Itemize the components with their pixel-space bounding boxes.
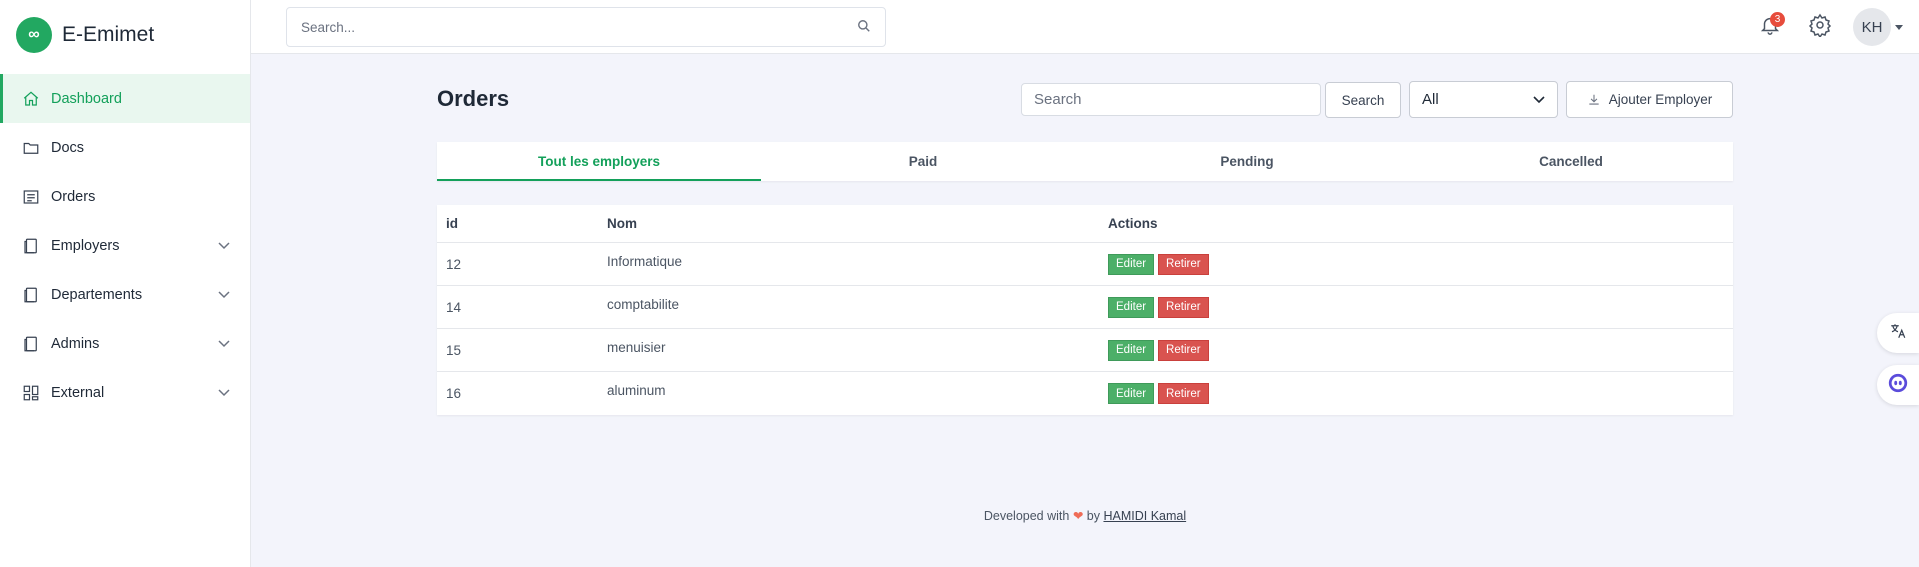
tab-cancelled[interactable]: Cancelled <box>1409 142 1733 181</box>
sidebar-item-label: Orders <box>51 188 96 205</box>
footer-by: by <box>1086 509 1100 523</box>
bot-icon <box>1887 372 1909 399</box>
orders-search-input[interactable]: Search <box>1021 83 1321 116</box>
top-search-input[interactable]: Search... <box>286 7 886 47</box>
cell-nom: Informatique <box>607 253 1108 272</box>
status-filter-value: All <box>1422 91 1439 108</box>
remove-button[interactable]: Retirer <box>1158 296 1209 318</box>
footer: Developed with ❤ by HAMIDI Kamal <box>0 508 1919 523</box>
chevron-down-icon[interactable] <box>216 385 232 401</box>
translate-icon <box>1889 322 1907 345</box>
remove-button[interactable]: Retirer <box>1158 383 1209 404</box>
table-row: 14 comptabilite Editer Retirer <box>437 286 1733 329</box>
edit-button[interactable]: Editer <box>1108 339 1155 361</box>
sidebar-item-label: Dashboard <box>51 90 122 107</box>
copy-icon <box>20 235 42 257</box>
topbar: Search... 3 KH <box>251 0 1919 54</box>
brand-name: E-Emimet <box>62 23 155 46</box>
chevron-down-icon[interactable] <box>216 336 232 352</box>
cell-nom-text: aluminum <box>607 383 666 398</box>
column-header-actions: Actions <box>1108 216 1158 231</box>
orders-search-placeholder: Search <box>1034 91 1082 108</box>
avatar[interactable]: KH <box>1853 8 1891 46</box>
sidebar-item-label: Employers <box>51 237 120 254</box>
sidebar-item-orders[interactable]: Orders <box>0 172 250 221</box>
cell-nom: aluminum <box>607 383 1108 401</box>
table-header: id Nom Actions <box>437 205 1733 243</box>
edit-button[interactable]: Editer <box>1108 383 1155 404</box>
chevron-down-icon[interactable] <box>216 287 232 303</box>
sidebar: ∞ E-Emimet Dashboard Docs Orders Employe… <box>0 0 251 567</box>
sidebar-item-dashboard[interactable]: Dashboard <box>0 74 250 123</box>
chevron-down-icon <box>1533 91 1545 108</box>
sidebar-nav: Dashboard Docs Orders Employers Departem… <box>0 74 250 417</box>
author-link[interactable]: HAMIDI Kamal <box>1103 509 1186 523</box>
tab-all-employers[interactable]: Tout les employers <box>437 142 761 181</box>
status-tabs: Tout les employers Paid Pending Cancelle… <box>437 142 1733 181</box>
caret-down-icon[interactable] <box>1893 24 1905 30</box>
settings-button[interactable] <box>1805 12 1835 42</box>
sidebar-item-label: Docs <box>51 139 85 156</box>
sidebar-item-label: Admins <box>51 335 100 352</box>
cell-id: 12 <box>446 256 462 272</box>
home-icon <box>20 88 42 110</box>
copy-icon <box>20 333 42 355</box>
notifications-button[interactable]: 3 <box>1755 12 1785 42</box>
footer-prefix: Developed with <box>983 509 1070 523</box>
top-search-placeholder: Search... <box>301 19 356 35</box>
cell-id: 16 <box>446 386 462 401</box>
cell-actions: Editer Retirer <box>1108 253 1733 275</box>
column-header-nom: Nom <box>607 216 637 231</box>
sidebar-item-label: External <box>51 384 105 401</box>
notification-badge: 3 <box>1770 12 1785 27</box>
download-icon <box>1587 93 1601 107</box>
table-row: 16 aluminum Editer Retirer <box>437 372 1733 415</box>
cell-actions: Editer Retirer <box>1108 339 1733 361</box>
page-title: Orders <box>437 86 510 111</box>
cell-nom-text: Informatique <box>607 253 683 269</box>
table-row: 12 Informatique Editer Retirer <box>437 243 1733 286</box>
edit-button[interactable]: Editer <box>1108 296 1155 318</box>
brand[interactable]: ∞ E-Emimet <box>0 0 250 70</box>
cell-nom-text: menuisier <box>607 339 666 355</box>
cell-nom-text: comptabilite <box>607 296 680 312</box>
add-employer-label: Ajouter Employer <box>1608 92 1713 107</box>
sidebar-item-departements[interactable]: Departements <box>0 270 250 319</box>
sidebar-item-external[interactable]: External <box>0 368 250 417</box>
copy-icon <box>20 284 42 306</box>
translate-button[interactable] <box>1877 313 1919 353</box>
sidebar-item-docs[interactable]: Docs <box>0 123 250 172</box>
sidebar-item-employers[interactable]: Employers <box>0 221 250 270</box>
search-button[interactable]: Search <box>1325 82 1401 118</box>
tab-pending[interactable]: Pending <box>1085 142 1409 181</box>
cell-nom: menuisier <box>607 339 1108 358</box>
assistant-button[interactable] <box>1877 365 1919 405</box>
cell-nom: comptabilite <box>607 296 1108 315</box>
orders-table: id Nom Actions 12 Informatique Editer Re… <box>437 205 1733 415</box>
edit-button[interactable]: Editer <box>1108 253 1155 275</box>
add-employer-button[interactable]: Ajouter Employer <box>1566 81 1733 118</box>
topbar-actions: 3 KH <box>1755 0 1919 54</box>
cell-id: 15 <box>446 342 462 358</box>
tab-paid[interactable]: Paid <box>761 142 1085 181</box>
brand-logo-icon: ∞ <box>16 17 52 53</box>
table-row: 15 menuisier Editer Retirer <box>437 329 1733 372</box>
sidebar-item-admins[interactable]: Admins <box>0 319 250 368</box>
heart-icon: ❤ <box>1072 509 1084 523</box>
grid-icon <box>20 382 42 404</box>
list-icon <box>20 186 42 208</box>
sidebar-item-label: Departements <box>51 286 143 303</box>
column-header-id: id <box>446 216 458 231</box>
search-icon[interactable] <box>857 19 871 36</box>
status-filter-select[interactable]: All <box>1409 81 1558 118</box>
cell-actions: Editer Retirer <box>1108 383 1733 404</box>
folder-icon <box>20 137 42 159</box>
cell-id: 14 <box>446 299 462 315</box>
chevron-down-icon[interactable] <box>216 238 232 254</box>
gear-icon <box>1808 13 1832 42</box>
remove-button[interactable]: Retirer <box>1158 339 1209 361</box>
remove-button[interactable]: Retirer <box>1158 253 1209 275</box>
cell-actions: Editer Retirer <box>1108 296 1733 318</box>
